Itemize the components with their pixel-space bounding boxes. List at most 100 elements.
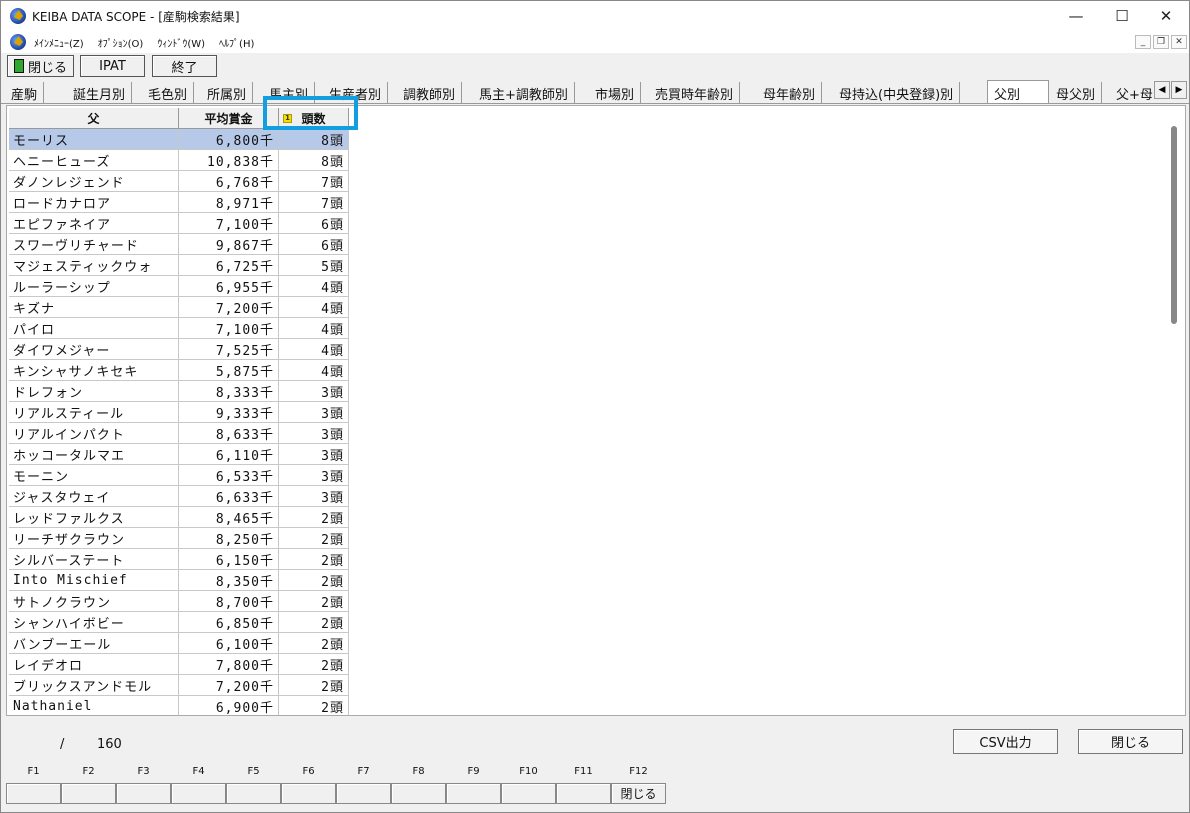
exit-door-icon (13, 59, 24, 73)
tab-sale-age[interactable]: 売買時年齢別 (649, 82, 741, 103)
close-window-button[interactable]: ✕ (1143, 1, 1189, 31)
cell-count: 8頭 (279, 150, 349, 171)
tab-dam-age[interactable]: 母年齢別 (757, 82, 823, 103)
tab-sire-dam[interactable]: 父+母 (1110, 82, 1159, 103)
header-sire[interactable]: 父 (9, 108, 179, 129)
fkey-label: F3 (137, 766, 150, 777)
mdi-minimize-button[interactable]: _ (1135, 35, 1151, 49)
table-row[interactable]: ジャスタウェイ 6,633千 3頭 (9, 486, 350, 507)
fkey-button[interactable] (446, 783, 501, 804)
table-row[interactable]: リーチザクラウン 8,250千 2頭 (9, 528, 350, 549)
table-row[interactable]: キンシャサノキセキ 5,875千 4頭 (9, 360, 350, 381)
table-row[interactable]: ドレフォン 8,333千 3頭 (9, 381, 350, 402)
table-row[interactable]: エピファネイア 7,100千 6頭 (9, 213, 350, 234)
fkey-button[interactable] (226, 783, 281, 804)
table-row[interactable]: マジェスティックウォ 6,725千 5頭 (9, 255, 350, 276)
fkey-label: F5 (247, 766, 260, 777)
fkey-button[interactable] (6, 783, 61, 804)
app-globe-icon (10, 8, 26, 24)
table-row[interactable]: レッドファルクス 8,465千 2頭 (9, 507, 350, 528)
table-row[interactable]: サトノクラウン 8,700千 2頭 (9, 591, 350, 612)
fkey-f5: F5 (226, 765, 281, 805)
cell-avg-prize: 7,200千 (179, 297, 279, 318)
table-row[interactable]: シャンハイボビー 6,850千 2頭 (9, 612, 350, 633)
toolbar-close-label: 閉じる (27, 60, 67, 76)
table-row[interactable]: スワーヴリチャード 9,867千 6頭 (9, 234, 350, 255)
table-row[interactable]: ヘニーヒューズ 10,838千 8頭 (9, 150, 350, 171)
fkey-button[interactable] (501, 783, 556, 804)
mdi-close-button[interactable]: ✕ (1171, 35, 1187, 49)
csv-export-button[interactable]: CSV出力 (953, 729, 1058, 754)
cell-count: 6頭 (279, 213, 349, 234)
menu-help[interactable]: ﾍﾙﾌﾟ(H) (219, 35, 254, 50)
table-row[interactable]: モーリス 6,800千 8頭 (9, 129, 350, 150)
table-row[interactable]: レイデオロ 7,800千 2頭 (9, 654, 350, 675)
cell-sire: レイデオロ (9, 654, 179, 675)
fkey-button[interactable] (391, 783, 446, 804)
table-row[interactable]: シルバーステート 6,150千 2頭 (9, 549, 350, 570)
cell-avg-prize: 6,100千 (179, 633, 279, 654)
fkey-button[interactable]: 閉じる (611, 783, 666, 804)
table-row[interactable]: ルーラーシップ 6,955千 4頭 (9, 276, 350, 297)
fkey-button[interactable] (116, 783, 171, 804)
tab-scroll-left-icon[interactable]: ◀ (1154, 81, 1170, 99)
tab-birth-month[interactable]: 誕生月別 (67, 82, 133, 103)
maximize-button[interactable]: ☐ (1099, 1, 1145, 31)
cell-avg-prize: 6,800千 (179, 129, 279, 150)
ipat-button[interactable]: IPAT (80, 55, 145, 77)
cell-sire: ダノンレジェンド (9, 171, 179, 192)
fkey-f9: F9 (446, 765, 501, 805)
cell-avg-prize: 8,633千 (179, 423, 279, 444)
cell-avg-prize: 8,465千 (179, 507, 279, 528)
fkey-button[interactable] (281, 783, 336, 804)
menu-options[interactable]: ｵﾌﾟｼｮﾝ(O) (98, 35, 144, 50)
tab-affiliation[interactable]: 所属別 (201, 82, 254, 103)
table-row[interactable]: ダイワメジャー 7,525千 4頭 (9, 339, 350, 360)
tab-dam-sire[interactable]: 母父別 (1050, 82, 1103, 103)
minimize-button[interactable]: — (1053, 1, 1099, 31)
tab-sire[interactable]: 父別 (987, 80, 1049, 103)
toolbar-close-button[interactable]: 閉じる (7, 55, 74, 77)
fkey-f2: F2 (61, 765, 116, 805)
fkey-button[interactable] (556, 783, 611, 804)
vertical-scrollbar[interactable] (1171, 126, 1177, 324)
table-row[interactable]: ブリックスアンドモル 7,200千 2頭 (9, 675, 350, 696)
tab-scroll-right-icon[interactable]: ▶ (1171, 81, 1187, 99)
cell-sire: モーリス (9, 129, 179, 150)
table-row[interactable]: キズナ 7,200千 4頭 (9, 297, 350, 318)
table-row[interactable]: ロードカナロア 8,971千 7頭 (9, 192, 350, 213)
fkey-button[interactable] (171, 783, 226, 804)
tab-trainer[interactable]: 調教師別 (397, 82, 463, 103)
cell-sire: ジャスタウェイ (9, 486, 179, 507)
table-row[interactable]: Into Mischief 8,350千 2頭 (9, 570, 350, 591)
tab-coat-color[interactable]: 毛色別 (142, 82, 195, 103)
table-row[interactable]: ダノンレジェンド 6,768千 7頭 (9, 171, 350, 192)
cell-sire: エピファネイア (9, 213, 179, 234)
tab-owner-trainer[interactable]: 馬主+調教師別 (473, 82, 575, 103)
status-close-button[interactable]: 閉じる (1078, 729, 1183, 754)
tab-sanku[interactable]: 産駒 (5, 82, 45, 103)
table-row[interactable]: パイロ 7,100千 4頭 (9, 318, 350, 339)
menu-window[interactable]: ｳｨﾝﾄﾞｳ(W) (157, 35, 205, 50)
tab-dam-import[interactable]: 母持込(中央登録)別 (833, 82, 961, 103)
cell-sire: スワーヴリチャード (9, 234, 179, 255)
fkey-f3: F3 (116, 765, 171, 805)
fkey-button[interactable] (61, 783, 116, 804)
fkey-button[interactable] (336, 783, 391, 804)
mdi-restore-button[interactable]: ❐ (1153, 35, 1169, 49)
cell-avg-prize: 5,875千 (179, 360, 279, 381)
cell-count: 2頭 (279, 675, 349, 696)
results-grid[interactable]: 父 平均賞金 1 頭数 モーリス 6,800千 8頭 ヘニーヒューズ 10,838千 8頭… (9, 108, 350, 715)
fkey-label: F1 (27, 766, 40, 777)
table-row[interactable]: バンブーエール 6,100千 2頭 (9, 633, 350, 654)
table-row[interactable]: リアルインパクト 8,633千 3頭 (9, 423, 350, 444)
table-row[interactable]: ホッコータルマエ 6,110千 3頭 (9, 444, 350, 465)
table-row[interactable]: リアルスティール 9,333千 3頭 (9, 402, 350, 423)
tab-market[interactable]: 市場別 (589, 82, 642, 103)
table-row[interactable]: Nathaniel 6,900千 2頭 (9, 696, 350, 715)
table-row[interactable]: モーニン 6,533千 3頭 (9, 465, 350, 486)
cell-sire: サトノクラウン (9, 591, 179, 612)
exit-button[interactable]: 終了 (152, 55, 217, 77)
menu-main[interactable]: ﾒｲﾝﾒﾆｭｰ(Z) (34, 35, 84, 50)
fkey-f6: F6 (281, 765, 336, 805)
